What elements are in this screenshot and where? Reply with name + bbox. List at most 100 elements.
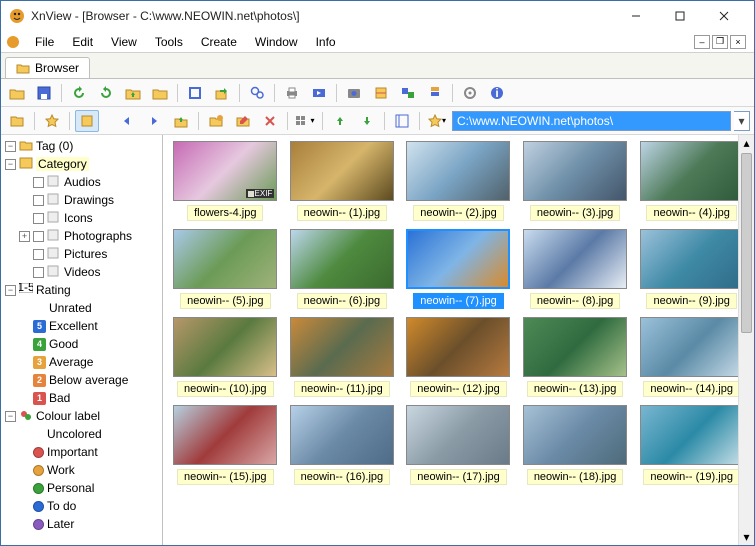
scroll-up-button[interactable]: ▴ (739, 135, 754, 151)
refresh-button[interactable] (67, 82, 91, 104)
menu-view[interactable]: View (103, 33, 145, 51)
rotate-ccw-button[interactable] (94, 82, 118, 104)
tree-node-tag[interactable]: − Tag (0) (1, 137, 162, 155)
tree-node-colour-to-do[interactable]: To do (1, 497, 162, 515)
capture-button[interactable] (342, 82, 366, 104)
settings-button[interactable] (458, 82, 482, 104)
convert-button[interactable] (396, 82, 420, 104)
tree-node-rating-good[interactable]: 4Good (1, 335, 162, 353)
thumbnail-item[interactable]: neowin-- (16).jpg (286, 405, 399, 485)
tree-node-audios[interactable]: Audios (1, 173, 162, 191)
menu-edit[interactable]: Edit (64, 33, 101, 51)
thumbnail-item[interactable]: neowin-- (1).jpg (286, 141, 399, 221)
thumbnail-item[interactable]: neowin-- (18).jpg (519, 405, 632, 485)
thumbnail-pane[interactable]: EXIFflowers-4.jpgneowin-- (1).jpgneowin-… (163, 135, 754, 545)
svg-text:1-5: 1-5 (19, 283, 33, 293)
tree-node-videos[interactable]: Videos (1, 263, 162, 281)
nav-back-button[interactable] (115, 110, 139, 132)
vertical-scrollbar[interactable]: ▴ ▾ (738, 135, 754, 545)
thumbnail-item[interactable]: neowin-- (9).jpg (635, 229, 748, 309)
thumbnail-filename: neowin-- (12).jpg (410, 381, 507, 397)
folder-up-button[interactable] (121, 82, 145, 104)
tree-node-colour-uncolored[interactable]: Uncolored (1, 425, 162, 443)
address-dropdown[interactable]: ▾ (734, 111, 750, 131)
thumbnail-item[interactable]: neowin-- (19).jpg (635, 405, 748, 485)
save-button[interactable] (32, 82, 56, 104)
menu-info[interactable]: Info (308, 33, 344, 51)
tree-node-icons[interactable]: Icons (1, 209, 162, 227)
view-mode-button[interactable]: ▾ (293, 110, 317, 132)
tree-node-rating-excellent[interactable]: 5Excellent (1, 317, 162, 335)
thumbnail-image (523, 141, 627, 201)
tree-node-colour-work[interactable]: Work (1, 461, 162, 479)
export-button[interactable] (210, 82, 234, 104)
filter-button[interactable] (390, 110, 414, 132)
thumbnail-item[interactable]: neowin-- (6).jpg (286, 229, 399, 309)
minimize-button[interactable] (614, 2, 658, 30)
tree-node-colour-personal[interactable]: Personal (1, 479, 162, 497)
thumbnail-item[interactable]: neowin-- (17).jpg (402, 405, 515, 485)
thumbnail-item[interactable]: neowin-- (8).jpg (519, 229, 632, 309)
tree-node-rating[interactable]: − 1-5 Rating (1, 281, 162, 299)
tree-node-colour-later[interactable]: Later (1, 515, 162, 533)
print-button[interactable] (280, 82, 304, 104)
mdi-minimize[interactable]: – (694, 35, 710, 49)
nav-up-button[interactable] (169, 110, 193, 132)
menu-tools[interactable]: Tools (147, 33, 191, 51)
tree-node-rating-bad[interactable]: 1Bad (1, 389, 162, 407)
thumbnail-item[interactable]: neowin-- (12).jpg (402, 317, 515, 397)
rating-badge-icon: 4 (33, 338, 46, 351)
tree-node-rating-average[interactable]: 3Average (1, 353, 162, 371)
scroll-down-button[interactable]: ▾ (739, 529, 754, 545)
menu-window[interactable]: Window (247, 33, 306, 51)
categories-toggle[interactable] (75, 110, 99, 132)
maximize-button[interactable] (658, 2, 702, 30)
thumbnail-item[interactable]: neowin-- (14).jpg (635, 317, 748, 397)
thumbnail-item[interactable]: neowin-- (4).jpg (635, 141, 748, 221)
thumbnail-item[interactable]: neowin-- (10).jpg (169, 317, 282, 397)
slideshow-button[interactable] (307, 82, 331, 104)
thumbnail-item[interactable]: neowin-- (13).jpg (519, 317, 632, 397)
tree-node-rating-below-average[interactable]: 2Below average (1, 371, 162, 389)
tree-node-category[interactable]: − Category (1, 155, 162, 173)
tab-browser[interactable]: Browser (5, 57, 90, 78)
mdi-close[interactable]: × (730, 35, 746, 49)
delete-button[interactable] (258, 110, 282, 132)
thumbnail-filename: flowers-4.jpg (187, 205, 263, 221)
edit-folder-button[interactable] (231, 110, 255, 132)
thumbnail-item[interactable]: EXIFflowers-4.jpg (169, 141, 282, 221)
tree-node-drawings[interactable]: Drawings (1, 191, 162, 209)
sort-asc-button[interactable] (328, 110, 352, 132)
thumbnail-item[interactable]: neowin-- (5).jpg (169, 229, 282, 309)
thumbnail-item[interactable]: neowin-- (2).jpg (402, 141, 515, 221)
bookmark-button[interactable]: ▾ (425, 110, 449, 132)
close-button[interactable] (702, 2, 746, 30)
search-button[interactable] (245, 82, 269, 104)
new-folder-button[interactable] (204, 110, 228, 132)
address-bar[interactable]: C:\www.NEOWIN.net\photos\ (452, 111, 731, 131)
scroll-thumb[interactable] (741, 153, 752, 333)
menu-create[interactable]: Create (193, 33, 245, 51)
thumbnail-item[interactable]: neowin-- (15).jpg (169, 405, 282, 485)
tree-node-pictures[interactable]: Pictures (1, 245, 162, 263)
scan-button[interactable] (369, 82, 393, 104)
sort-desc-button[interactable] (355, 110, 379, 132)
tree-node-colour-important[interactable]: Important (1, 443, 162, 461)
folder-action-button[interactable] (148, 82, 172, 104)
favorites-add-button[interactable] (5, 110, 29, 132)
help-button[interactable]: i (485, 82, 509, 104)
thumbnail-filename: neowin-- (7).jpg (413, 293, 503, 309)
tree-node-rating-unrated[interactable]: Unrated (1, 299, 162, 317)
tree-node-colour[interactable]: − Colour label (1, 407, 162, 425)
batch-button[interactable] (423, 82, 447, 104)
thumbnail-item[interactable]: neowin-- (3).jpg (519, 141, 632, 221)
menu-file[interactable]: File (27, 33, 62, 51)
open-button[interactable] (5, 82, 29, 104)
nav-forward-button[interactable] (142, 110, 166, 132)
thumbnail-item[interactable]: neowin-- (7).jpg (402, 229, 515, 309)
mdi-restore[interactable]: ❐ (712, 35, 728, 49)
thumbnail-item[interactable]: neowin-- (11).jpg (286, 317, 399, 397)
favorite-star-button[interactable] (40, 110, 64, 132)
tree-node-photographs[interactable]: +Photographs (1, 227, 162, 245)
fullscreen-button[interactable] (183, 82, 207, 104)
